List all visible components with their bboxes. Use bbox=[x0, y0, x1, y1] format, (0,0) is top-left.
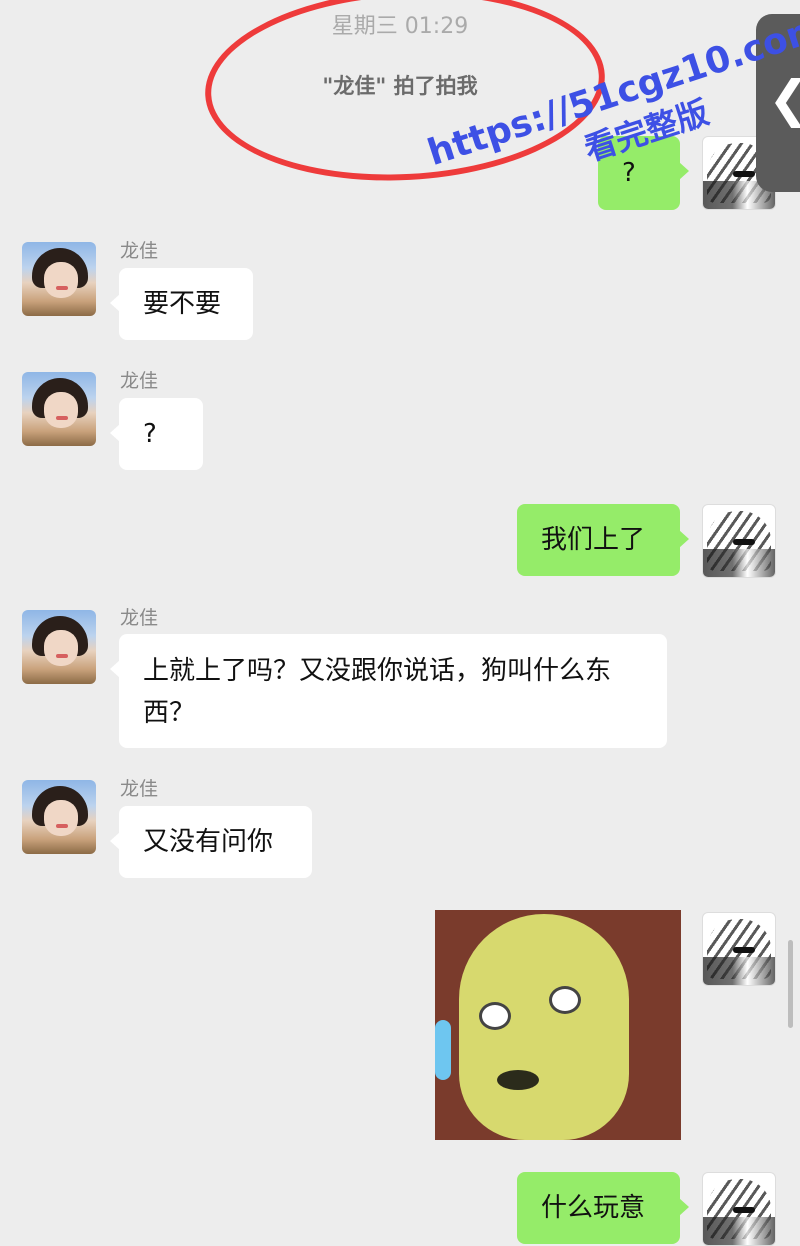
contact-avatar[interactable] bbox=[22, 242, 96, 316]
contact-avatar[interactable] bbox=[22, 780, 96, 854]
my-avatar[interactable] bbox=[702, 1172, 776, 1246]
sender-name: 龙佳 bbox=[120, 370, 159, 392]
message-text: 上就上了吗？又没跟你说话，狗叫什么东西？ bbox=[143, 656, 612, 728]
message-text: 我们上了 bbox=[541, 525, 646, 555]
sender-name: 龙佳 bbox=[120, 607, 159, 629]
message-text: ? bbox=[143, 419, 157, 449]
their-message-bubble[interactable]: ? bbox=[110, 398, 203, 470]
yellow-face-sticker[interactable] bbox=[435, 910, 681, 1140]
my-avatar[interactable] bbox=[702, 504, 776, 578]
scrollbar[interactable] bbox=[788, 940, 793, 1028]
contact-avatar[interactable] bbox=[22, 372, 96, 446]
my-message-bubble[interactable]: 我们上了 bbox=[517, 504, 689, 576]
contact-avatar[interactable] bbox=[22, 610, 96, 684]
my-avatar[interactable] bbox=[702, 912, 776, 986]
their-message-bubble[interactable]: 上就上了吗？又没跟你说话，狗叫什么东西？ bbox=[110, 634, 667, 748]
message-text: 什么玩意 bbox=[541, 1193, 646, 1223]
message-text: 要不要 bbox=[143, 289, 222, 319]
sender-name: 龙佳 bbox=[120, 240, 159, 262]
sender-name: 龙佳 bbox=[120, 778, 159, 800]
their-message-bubble[interactable]: 又没有问你 bbox=[110, 806, 312, 878]
my-message-bubble[interactable]: 什么玩意 bbox=[517, 1172, 689, 1244]
their-message-bubble[interactable]: 要不要 bbox=[110, 268, 253, 340]
message-text: 又没有问你 bbox=[143, 827, 274, 857]
